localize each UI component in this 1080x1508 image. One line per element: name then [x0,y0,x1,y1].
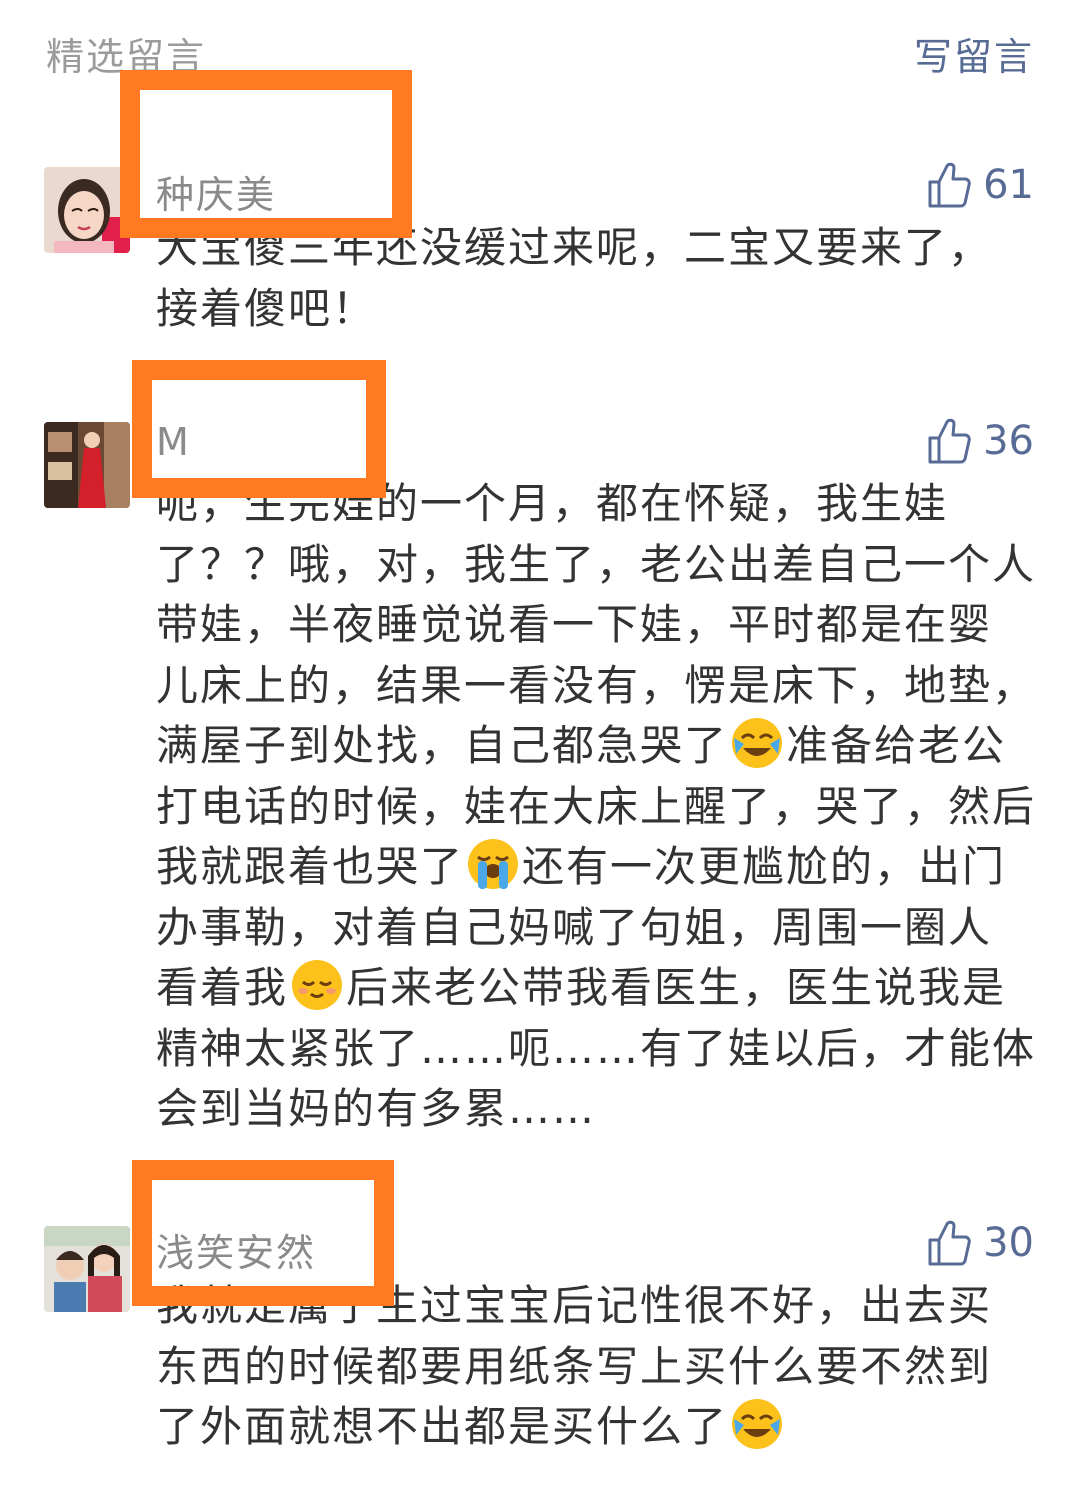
face-with-tears-of-joy-icon [732,1399,783,1449]
thumbs-up-icon [928,1220,971,1266]
thumbs-up-icon [928,162,971,208]
avatar[interactable] [44,422,130,508]
write-comment-link[interactable]: 写留言 [914,26,1034,81]
thumbs-up-icon [928,418,971,464]
redaction-box [120,70,412,238]
like-button[interactable]: 36 [927,418,1034,464]
loudly-crying-face-icon [468,839,519,889]
redaction-box [132,1160,394,1306]
comments-page: 精选留言 写留言 种庆美 61 大宝傻三年还没缓过来呢，二宝又要来了， 接着傻吧… [0,0,1080,1508]
like-button[interactable]: 61 [927,162,1034,208]
redaction-box [132,360,386,498]
comment-text: 呃，生完娃的一个月，都在怀疑，我生娃 了？？哦，对，我生了，老公出差自己一个人 … [156,474,1036,1140]
avatar[interactable] [44,1226,130,1312]
avatar[interactable] [44,167,130,253]
pensive-smile-icon [292,960,343,1010]
like-count: 30 [983,1220,1034,1266]
face-with-tears-of-joy-icon [732,718,783,768]
comment-text-part: 我就是属于生过宝宝后记性很不好，出去买 东西的时候都要用纸条写上买什么要不然到 … [156,1281,993,1451]
like-count: 36 [983,418,1034,464]
like-button[interactable]: 30 [927,1220,1034,1266]
like-count: 61 [983,162,1034,208]
